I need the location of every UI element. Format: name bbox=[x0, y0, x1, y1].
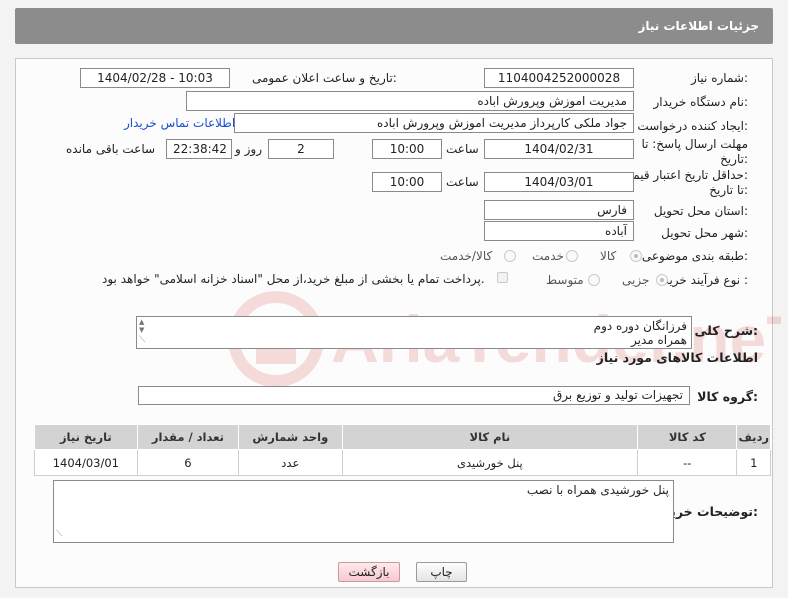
category-goods-service-radio[interactable] bbox=[504, 250, 516, 262]
reply-deadline-time-field: 10:00 bbox=[372, 139, 442, 159]
buyer-notes-text: پنل خورشیدی همراه با نصب bbox=[526, 483, 669, 497]
goods-group-label: گروه کالا: bbox=[697, 389, 758, 404]
reply-days-field: 2 bbox=[268, 139, 334, 159]
description-line-2: همراه مدیر bbox=[630, 333, 687, 347]
col-row: ردیف bbox=[736, 424, 771, 450]
reply-days-label: روز و bbox=[235, 142, 262, 156]
requester-label: ایجاد کننده درخواست: bbox=[637, 119, 748, 133]
cell-date: 1404/03/01 bbox=[34, 449, 138, 476]
col-name: نام کالا bbox=[341, 424, 639, 450]
price-validity-time-field: 10:00 bbox=[372, 172, 442, 192]
purchase-process-label: نوع فرآیند خرید : bbox=[663, 273, 748, 287]
requester-field: جواد ملکی کارپرداز مدیریت اموزش وپرورش ا… bbox=[234, 113, 634, 133]
process-medium-radio[interactable] bbox=[588, 274, 600, 286]
reply-deadline-time-label: ساعت bbox=[446, 142, 479, 156]
announce-datetime-field: 1404/02/28 - 10:03 bbox=[80, 68, 230, 88]
back-button[interactable]: بازگشت bbox=[338, 562, 400, 582]
buyer-notes-textarea[interactable]: پنل خورشیدی همراه با نصب ⟋ bbox=[53, 480, 674, 543]
process-minor-radio[interactable] bbox=[656, 274, 668, 286]
process-medium-label: متوسط bbox=[546, 273, 584, 287]
process-minor-label: جزیی bbox=[622, 273, 650, 287]
scroll-arrows-icon[interactable]: ▲ ▼ bbox=[139, 318, 144, 334]
cell-unit: عدد bbox=[238, 449, 343, 476]
need-number-field: 1104004252000028 bbox=[484, 68, 634, 88]
col-qty: تعداد / مقدار bbox=[136, 424, 240, 450]
print-button[interactable]: چاپ bbox=[416, 562, 467, 582]
page-header: جزئیات اطلاعات نیاز bbox=[15, 8, 773, 44]
remaining-time-field: 22:38:42 bbox=[166, 139, 232, 159]
price-validity-label-2: تا تاریخ: bbox=[709, 183, 748, 197]
delivery-province-label: استان محل تحویل: bbox=[653, 204, 748, 218]
col-unit: واحد شمارش bbox=[238, 424, 343, 450]
treasury-payment-checkbox[interactable] bbox=[497, 272, 508, 283]
category-service-radio[interactable] bbox=[566, 250, 578, 262]
table-row[interactable]: 1 -- پنل خورشیدی عدد 6 1404/03/01 bbox=[34, 449, 771, 476]
col-code: کد کالا bbox=[637, 424, 738, 450]
cell-name: پنل خورشیدی bbox=[341, 449, 639, 476]
category-goods-label: کالا bbox=[600, 249, 617, 263]
delivery-city-label: شهر محل تحویل: bbox=[661, 226, 748, 240]
buyer-contact-link[interactable]: اطلاعات تماس خریدار bbox=[124, 116, 235, 130]
description-textarea[interactable]: فرزانگان دوره دوم همراه مدیر ▲ ▼ ⟋ bbox=[136, 316, 692, 349]
delivery-city-field: آباده bbox=[484, 221, 634, 241]
announce-datetime-label: تاریخ و ساعت اعلان عمومی: bbox=[252, 71, 397, 85]
reply-deadline-label-1: مهلت ارسال پاسخ: تا bbox=[641, 137, 748, 151]
need-number-label: شماره نیاز: bbox=[690, 71, 748, 85]
goods-table: ردیف کد کالا نام کالا واحد شمارش تعداد /… bbox=[34, 424, 771, 476]
need-details-panel: AriaTender.neT شماره نیاز: 1104004252000… bbox=[15, 58, 781, 588]
category-label: طبقه بندی موضوعی: bbox=[641, 249, 748, 263]
reply-deadline-label-2: تاریخ: bbox=[720, 152, 748, 166]
delivery-province-field: فارس bbox=[484, 200, 634, 220]
category-goods-service-label: کالا/خدمت bbox=[440, 249, 493, 263]
price-validity-date-field: 1404/03/01 bbox=[484, 172, 634, 192]
reply-deadline-date-field: 1404/02/31 bbox=[484, 139, 634, 159]
cell-row: 1 bbox=[736, 449, 771, 476]
description-line-1: فرزانگان دوره دوم bbox=[593, 319, 687, 333]
cell-qty: 6 bbox=[136, 449, 240, 476]
buyer-org-label: نام دستگاه خریدار: bbox=[653, 95, 749, 109]
goods-group-field: تجهیزات تولید و توزیع برق bbox=[138, 386, 690, 405]
category-service-label: خدمت bbox=[532, 249, 564, 263]
resize-grip-icon[interactable]: ⟋ bbox=[56, 527, 62, 541]
cell-code: -- bbox=[637, 449, 738, 476]
price-validity-time-label: ساعت bbox=[446, 175, 479, 189]
goods-section-title: اطلاعات کالاهای مورد نیاز bbox=[596, 350, 758, 365]
page-title: جزئیات اطلاعات نیاز bbox=[638, 19, 759, 33]
treasury-payment-note: پرداخت تمام یا بخشی از مبلغ خرید،از محل … bbox=[102, 272, 485, 286]
col-date: تاریخ نیاز bbox=[34, 424, 138, 450]
price-validity-label-1: حداقل تاریخ اعتبار قیمت: bbox=[621, 168, 748, 182]
goods-table-header: ردیف کد کالا نام کالا واحد شمارش تعداد /… bbox=[34, 424, 771, 450]
remaining-time-label: ساعت باقی مانده bbox=[66, 142, 156, 156]
resize-grip-icon[interactable]: ⟋ bbox=[139, 333, 145, 347]
buyer-org-field: مدیریت اموزش وپرورش اباده bbox=[186, 91, 634, 111]
category-goods-radio[interactable] bbox=[630, 250, 642, 262]
